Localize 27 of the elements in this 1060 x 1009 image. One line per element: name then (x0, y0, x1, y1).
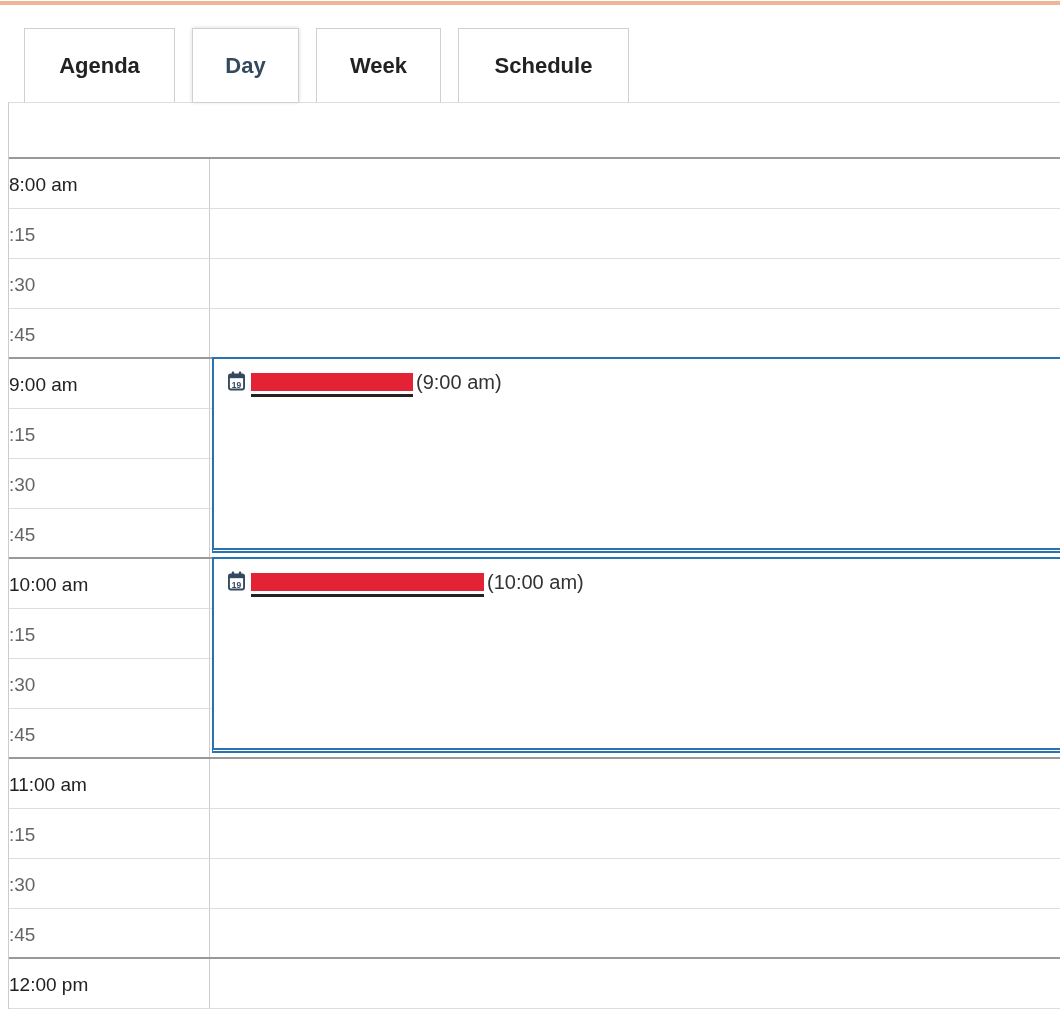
time-label: :15 (9, 809, 210, 858)
view-tab[interactable]: Week (316, 28, 441, 102)
calendar-icon: 19 (228, 571, 245, 591)
time-label: :30 (9, 459, 210, 508)
time-label: 12:00 pm (9, 959, 210, 1008)
time-label: :45 (9, 709, 210, 757)
time-label: 8:00 am (9, 159, 210, 208)
calendar-icon: 19 (228, 371, 245, 391)
view-tab[interactable]: Agenda (24, 28, 175, 102)
appointment-time: (10:00 am) (487, 571, 584, 594)
time-label: :30 (9, 659, 210, 708)
time-label: :45 (9, 509, 210, 557)
time-label: :15 (9, 409, 210, 458)
time-label: 10:00 am (9, 559, 210, 608)
appointment-time: (9:00 am) (416, 371, 502, 394)
time-label: :30 (9, 859, 210, 908)
appointment-block[interactable]: 19 (9:00 am) (212, 357, 1060, 553)
time-label: :15 (9, 609, 210, 658)
time-label: :15 (9, 209, 210, 258)
time-label: :30 (9, 259, 210, 308)
time-label: :45 (9, 309, 210, 357)
time-label: 9:00 am (9, 359, 210, 408)
time-label: :45 (9, 909, 210, 957)
view-tab[interactable]: Day (192, 28, 299, 102)
appointment-block[interactable]: 19 (10:00 am) (212, 557, 1060, 753)
time-label: 11:00 am (9, 759, 210, 808)
view-tab[interactable]: Schedule (458, 28, 629, 102)
